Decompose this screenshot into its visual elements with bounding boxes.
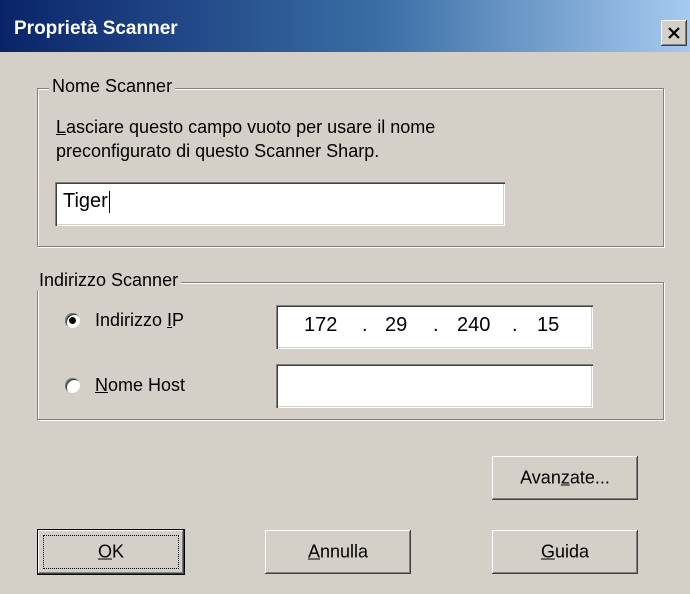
ip-separator-3: . bbox=[512, 314, 518, 336]
ip-separator-2: . bbox=[433, 314, 439, 336]
scanner-name-value: Tiger bbox=[63, 190, 108, 212]
scanner-name-description-line2: preconfigurato di questo Scanner Sharp. bbox=[56, 141, 380, 161]
host-name-radio-label[interactable]: Nome Host bbox=[95, 372, 185, 398]
ip-address-input[interactable]: 172 . 29 . 240 . 15 bbox=[276, 305, 593, 349]
close-button[interactable] bbox=[661, 20, 687, 46]
cancel-button-label: Annulla bbox=[307, 541, 369, 562]
access-key-letter: L bbox=[56, 117, 67, 137]
window-title: Proprietà Scanner bbox=[14, 18, 178, 39]
scanner-address-legend: Indirizzo Scanner bbox=[36, 270, 182, 291]
ip-separator-1: . bbox=[362, 314, 368, 336]
ip-address-radio[interactable] bbox=[65, 313, 80, 328]
ip-octet-3[interactable]: 240 bbox=[457, 314, 490, 337]
advanced-button[interactable]: Avanzate... bbox=[492, 456, 638, 500]
scanner-name-legend: Nome Scanner bbox=[49, 76, 176, 97]
text-caret bbox=[108, 190, 110, 213]
radio-selected-dot bbox=[69, 317, 76, 324]
ip-octet-2[interactable]: 29 bbox=[385, 314, 407, 337]
cancel-button[interactable]: Annulla bbox=[265, 530, 411, 574]
close-icon bbox=[668, 27, 680, 39]
help-button[interactable]: Guida bbox=[492, 530, 638, 574]
host-name-input[interactable] bbox=[276, 364, 593, 408]
host-name-radio[interactable] bbox=[65, 378, 80, 393]
ok-button[interactable]: OK bbox=[37, 529, 185, 575]
ip-octet-1[interactable]: 172 bbox=[304, 314, 337, 337]
ip-address-radio-label[interactable]: Indirizzo IP bbox=[95, 307, 184, 333]
scanner-name-input[interactable]: Tiger bbox=[55, 182, 505, 226]
advanced-button-label: Avanzate... bbox=[520, 467, 610, 488]
scanner-properties-dialog: Proprietà Scanner Nome Scanner Lasciare … bbox=[0, 0, 690, 594]
ip-octet-4[interactable]: 15 bbox=[537, 314, 559, 337]
scanner-name-description-line1: Lasciare questo campo vuoto per usare il… bbox=[56, 117, 436, 137]
title-bar[interactable]: Proprietà Scanner bbox=[0, 0, 690, 52]
ok-button-label: OK bbox=[97, 541, 125, 562]
help-button-label: Guida bbox=[540, 541, 590, 562]
